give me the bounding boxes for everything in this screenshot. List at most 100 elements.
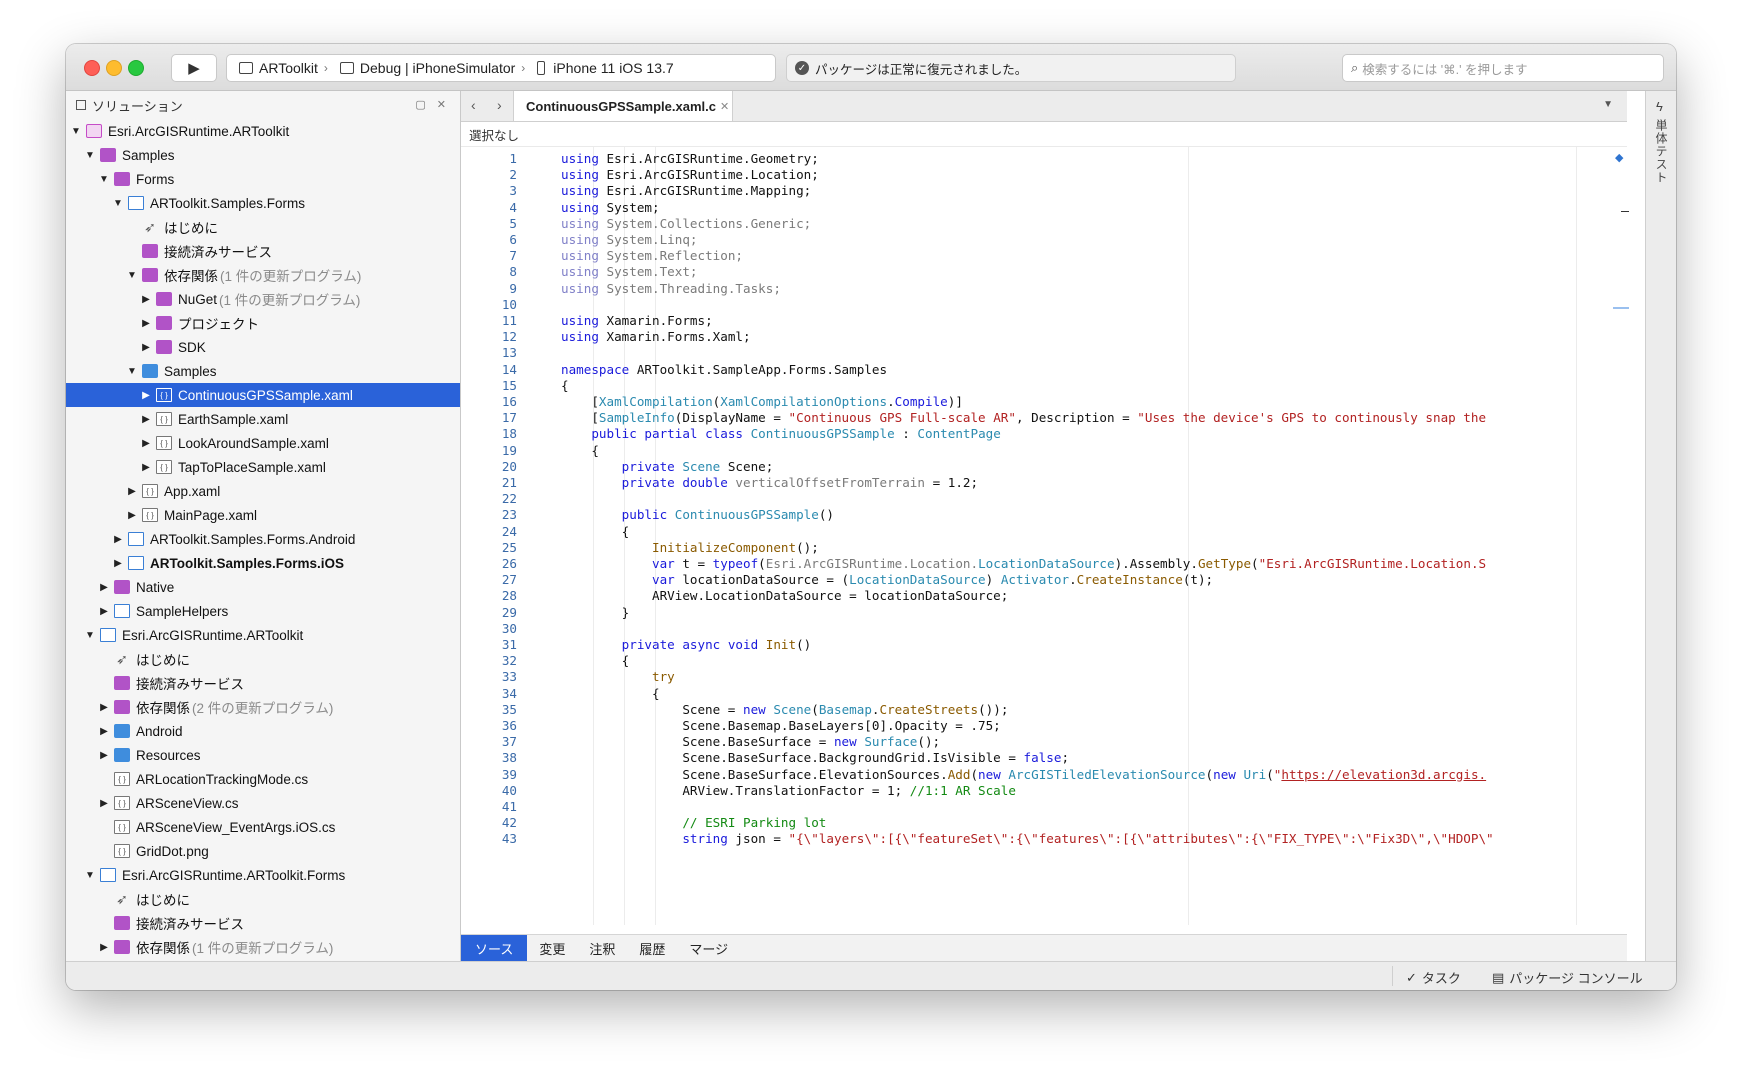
tree-folder[interactable]: ▼ Samples bbox=[66, 143, 460, 167]
disclosure-closed-icon[interactable]: ▶ bbox=[140, 342, 152, 353]
disclosure-closed-icon[interactable]: ▶ bbox=[98, 798, 110, 809]
tree-file[interactable]: ▶ { } ContinuousGPSSample.xaml bbox=[66, 383, 460, 407]
tree-project[interactable]: ▶ SampleHelpers bbox=[66, 599, 460, 623]
disclosure-open-icon[interactable]: ▼ bbox=[84, 630, 96, 641]
tree-solution[interactable]: ▼ Esri.ArcGISRuntime.ARToolkit bbox=[66, 119, 460, 143]
tree-folder[interactable]: ▶ Native bbox=[66, 575, 460, 599]
disclosure-closed-icon[interactable]: ▶ bbox=[112, 558, 124, 569]
tree-item[interactable]: ➶ はじめに bbox=[66, 215, 460, 239]
tree-file[interactable]: ▶ { } LookAroundSample.xaml bbox=[66, 431, 460, 455]
disclosure-closed-icon[interactable]: ▶ bbox=[140, 462, 152, 473]
disclosure-open-icon[interactable]: ▼ bbox=[84, 150, 96, 161]
disclosure-closed-icon[interactable]: ▶ bbox=[98, 750, 110, 761]
tree-item[interactable]: ➶ はじめに bbox=[66, 887, 460, 911]
view-tab[interactable]: 履歴 bbox=[627, 935, 677, 961]
disclosure-open-icon[interactable]: ▼ bbox=[98, 174, 110, 185]
disclosure-open-icon[interactable]: ▼ bbox=[112, 198, 124, 209]
run-button[interactable]: ▶ bbox=[171, 54, 217, 82]
tree-file[interactable]: ▶ { } TapToPlaceSample.xaml bbox=[66, 455, 460, 479]
tree-file[interactable]: { } ARLocationTrackingMode.cs bbox=[66, 767, 460, 791]
tree-project[interactable]: ▼ Esri.ArcGISRuntime.ARToolkit bbox=[66, 623, 460, 647]
disclosure-closed-icon[interactable]: ▶ bbox=[98, 726, 110, 737]
disclosure-open-icon[interactable]: ▼ bbox=[126, 270, 138, 281]
unit-tests-pad-tab[interactable]: 単体テスト bbox=[1653, 119, 1670, 184]
back-button[interactable]: ‹ bbox=[471, 97, 476, 113]
tree-item[interactable]: ▶ 依存関係 (2 件の更新プログラム) bbox=[66, 695, 460, 719]
tree-item[interactable]: ▼ 依存関係 (1 件の更新プログラム) bbox=[66, 263, 460, 287]
close-tab-icon[interactable]: ✕ bbox=[720, 100, 729, 113]
tree-folder[interactable]: ▼ Samples bbox=[66, 359, 460, 383]
code-text-area[interactable]: 1 using Esri.ArcGISRuntime.Geometry; 2 usin… bbox=[461, 147, 1571, 925]
tree-item[interactable]: ▶ プロジェクト bbox=[66, 311, 460, 335]
view-tab[interactable]: 変更 bbox=[527, 935, 577, 961]
tree-file[interactable]: { } ARSceneView_EventArgs.iOS.cs bbox=[66, 815, 460, 839]
project-selector[interactable]: ARToolkit › bbox=[239, 60, 328, 76]
project-icon bbox=[128, 556, 144, 570]
disclosure-closed-icon[interactable]: ▶ bbox=[140, 438, 152, 449]
tab-continuousgpssample[interactable]: ContinuousGPSSample.xaml.c ✕ bbox=[513, 91, 733, 121]
tree-item-label: Esri.ArcGISRuntime.ARToolkit bbox=[108, 123, 290, 139]
minimize-window-button[interactable] bbox=[106, 60, 122, 76]
tree-item[interactable]: 接続済みサービス bbox=[66, 239, 460, 263]
tree-item[interactable]: ➶ はじめに bbox=[66, 647, 460, 671]
code-line: private async void Init() bbox=[621, 637, 812, 652]
tree-file[interactable]: { } GridDot.png bbox=[66, 839, 460, 863]
tree-file[interactable]: ▶ { } App.xaml bbox=[66, 479, 460, 503]
zoom-window-button[interactable] bbox=[128, 60, 144, 76]
disclosure-closed-icon[interactable]: ▶ bbox=[98, 606, 110, 617]
folder-icon bbox=[114, 580, 130, 594]
project-icon bbox=[128, 532, 144, 546]
code-line: [XamlCompilation(XamlCompilationOptions.… bbox=[561, 394, 963, 409]
line-number: 1 bbox=[509, 151, 517, 166]
tree-folder[interactable]: ▶ Android bbox=[66, 719, 460, 743]
tree-file[interactable]: ▶ { } ARSceneView.cs bbox=[66, 791, 460, 815]
tree-project[interactable]: ▶ ARToolkit.Samples.Forms.iOS bbox=[66, 551, 460, 575]
tree-file[interactable]: ▶ { } MainPage.xaml bbox=[66, 503, 460, 527]
disclosure-closed-icon[interactable]: ▶ bbox=[98, 582, 110, 593]
search-input[interactable]: ⌕ 検索するには '⌘.' を押します bbox=[1342, 54, 1664, 82]
pad-controls[interactable]: ▢ ✕ bbox=[415, 98, 450, 111]
disclosure-closed-icon[interactable]: ▶ bbox=[112, 534, 124, 545]
disclosure-open-icon[interactable]: ▼ bbox=[126, 366, 138, 377]
package-console-button[interactable]: ▤ パッケージ コンソール bbox=[1492, 968, 1643, 987]
disclosure-closed-icon[interactable]: ▶ bbox=[126, 510, 138, 521]
disclosure-closed-icon[interactable]: ▶ bbox=[140, 390, 152, 401]
tree-item-label: Samples bbox=[122, 147, 175, 163]
tree-folder[interactable]: ▶ Resources bbox=[66, 743, 460, 767]
disclosure-open-icon[interactable]: ▼ bbox=[70, 126, 82, 137]
tree-folder[interactable]: ▼ Forms bbox=[66, 167, 460, 191]
tree-item-label: Esri.ArcGISRuntime.ARToolkit.Forms bbox=[122, 867, 346, 883]
disclosure-closed-icon[interactable]: ▶ bbox=[140, 414, 152, 425]
tree-item-label: Native bbox=[136, 579, 175, 595]
tree-project[interactable]: ▼ Esri.ArcGISRuntime.ARToolkit.Forms bbox=[66, 863, 460, 887]
tree-item[interactable]: ▶ 依存関係 (1 件の更新プログラム) bbox=[66, 935, 460, 959]
tree-item[interactable]: 接続済みサービス bbox=[66, 911, 460, 935]
tree-item[interactable]: ▶ SDK bbox=[66, 335, 460, 359]
tree-project[interactable]: ▼ ARToolkit.Samples.Forms bbox=[66, 191, 460, 215]
disclosure-closed-icon[interactable]: ▶ bbox=[140, 294, 152, 305]
view-tab[interactable]: ソース bbox=[461, 935, 528, 961]
device-selector[interactable]: iPhone 11 iOS 13.7 bbox=[537, 60, 674, 76]
view-tab[interactable]: マージ bbox=[677, 935, 740, 961]
disclosure-closed-icon[interactable]: ▶ bbox=[98, 702, 110, 713]
disclosure-closed-icon[interactable]: ▶ bbox=[126, 486, 138, 497]
close-window-button[interactable] bbox=[84, 60, 100, 76]
breadcrumb[interactable]: 選択なし bbox=[461, 122, 1627, 147]
tasks-button[interactable]: ✓ タスク bbox=[1406, 968, 1461, 987]
run-configuration-selector[interactable]: ARToolkit › Debug | iPhoneSimulator › iP… bbox=[226, 54, 776, 82]
configuration-selector[interactable]: Debug | iPhoneSimulator › bbox=[339, 60, 525, 76]
folder-icon bbox=[114, 172, 130, 186]
tree-item[interactable]: 接続済みサービス bbox=[66, 671, 460, 695]
tree-item[interactable]: ▶ NuGet (1 件の更新プログラム) bbox=[66, 287, 460, 311]
tree-file[interactable]: ▶ { } EarthSample.xaml bbox=[66, 407, 460, 431]
lightning-icon[interactable]: ϟ bbox=[1656, 99, 1663, 114]
forward-button[interactable]: › bbox=[497, 97, 502, 113]
tab-list-dropdown-icon[interactable]: ▼ bbox=[1603, 99, 1613, 110]
disclosure-closed-icon[interactable]: ▶ bbox=[98, 942, 110, 953]
overview-ruler[interactable]: ◆ bbox=[1576, 147, 1629, 925]
disclosure-open-icon[interactable]: ▼ bbox=[84, 870, 96, 881]
view-tab[interactable]: 注釈 bbox=[577, 935, 627, 961]
tree-project[interactable]: ▶ ARToolkit.Samples.Forms.Android bbox=[66, 527, 460, 551]
disclosure-closed-icon[interactable]: ▶ bbox=[140, 318, 152, 329]
